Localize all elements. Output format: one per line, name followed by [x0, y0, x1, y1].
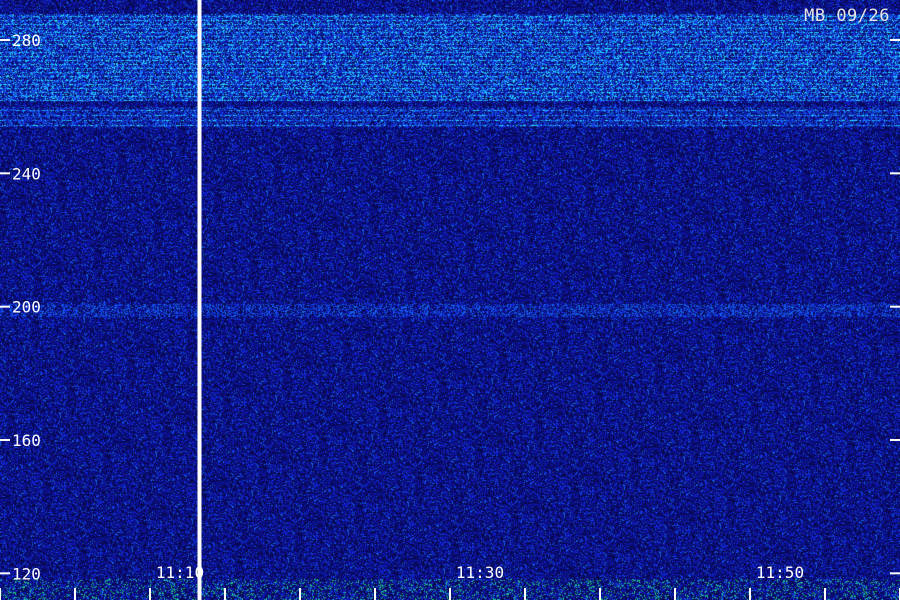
y-tick-label: 280: [12, 31, 41, 50]
y-tick-label: 240: [12, 164, 41, 183]
spectrogram-display: 280 240 200 160 120 11:10 11:30 11:50 MB 09/26: [0, 0, 900, 600]
x-tick-label: 11:10: [156, 563, 204, 582]
axes-overlay: 280 240 200 160 120 11:10 11:30 11:50: [0, 0, 900, 600]
x-tick-label: 11:50: [756, 563, 804, 582]
y-tick-label: 200: [12, 298, 41, 317]
x-tick-label: 11:30: [456, 563, 504, 582]
station-date-label: MB 09/26: [804, 6, 890, 26]
y-tick-label: 120: [12, 564, 41, 583]
y-tick-label: 160: [12, 431, 41, 450]
